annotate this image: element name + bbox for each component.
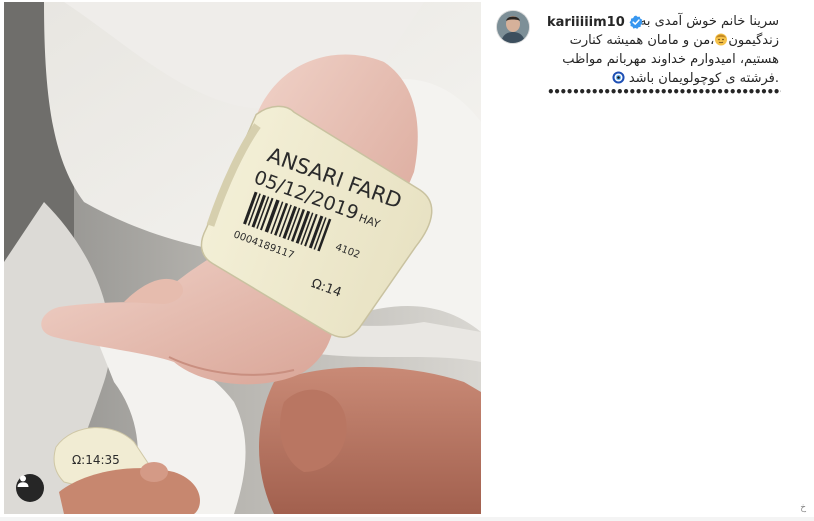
ankle-tag-code: Ω:14:35	[72, 453, 120, 467]
profile-photo	[497, 11, 529, 43]
tagged-users-button[interactable]	[16, 474, 44, 502]
verified-badge-icon	[629, 15, 643, 29]
user-silhouette-icon	[17, 475, 29, 487]
instagram-post: ANSARI FARD 05/12/2019 HAY 4102 00041891…	[0, 0, 814, 521]
corner-mark: خ	[800, 503, 806, 513]
username-row: kariiiiim10	[547, 13, 643, 31]
caption-line-4: .فرشته ی کوچولویمان باشد	[628, 71, 779, 86]
nazar-amulet-icon	[612, 71, 625, 84]
post-photo[interactable]: ANSARI FARD 05/12/2019 HAY 4102 00041891…	[4, 2, 481, 514]
username-link[interactable]: kariiiiim10	[547, 15, 625, 30]
bottom-divider	[0, 517, 814, 521]
caption-line-1: سر‌ینا خانم خوش آمدی به	[639, 14, 779, 29]
caption-dots: ••••••••••••••••••••••••••••••••••••••••…	[547, 88, 781, 96]
caption-line-2b: ،من و مامان همیشه کنارت	[569, 33, 715, 48]
caption-line-2: زندگیمون	[728, 33, 779, 48]
avatar[interactable]	[497, 11, 529, 43]
baby-wristband-photo: ANSARI FARD 05/12/2019 HAY 4102 00041891…	[4, 2, 481, 514]
caption-line-3: هستیم، امیدوارم خداوند مهربانم مواظب	[562, 52, 779, 67]
post-side-panel: سر‌ینا خانم خوش آمدی به زندگیمون ،من و ما…	[481, 0, 814, 521]
baby-emoji-icon	[715, 33, 728, 46]
